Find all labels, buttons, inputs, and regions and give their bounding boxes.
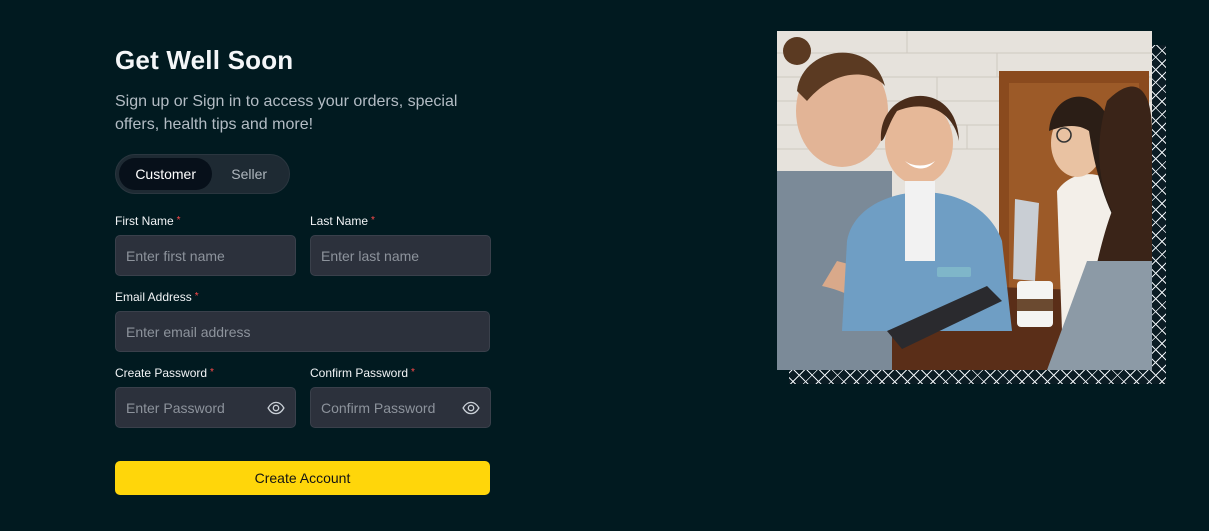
required-mark: *	[411, 367, 415, 378]
last-name-input[interactable]	[311, 236, 490, 275]
email-group: Email Address *	[115, 290, 490, 352]
page-subtitle: Sign up or Sign in to access your orders…	[115, 93, 458, 133]
confirm-password-group: Confirm Password *	[310, 366, 491, 428]
seller-tab[interactable]: Seller	[212, 158, 286, 190]
last-name-label: Last Name *	[310, 214, 375, 228]
confirm-password-box	[310, 387, 491, 428]
customer-tab[interactable]: Customer	[119, 158, 213, 190]
last-name-box	[310, 235, 491, 276]
last-name-group: Last Name *	[310, 214, 491, 276]
page-title: Get Well Soon	[115, 45, 294, 75]
first-name-box	[115, 235, 296, 276]
eye-icon[interactable]	[461, 399, 481, 417]
required-mark: *	[176, 215, 181, 226]
signup-form: Get Well Soon Sign up or Sign in to acce…	[115, 44, 491, 495]
name-row: First Name* Last Name*	[115, 214, 491, 276]
first-name-group: First Name *	[115, 214, 296, 276]
first-name-label: First Name *	[115, 214, 181, 228]
friends-cafe-image	[777, 31, 1152, 370]
account-type-toggle: Customer Seller	[115, 154, 290, 194]
password-row: Create Password * Confirm Password *	[115, 366, 491, 428]
password-group: Create Password *	[115, 366, 296, 428]
required-mark: *	[194, 291, 199, 302]
signup-page: Get Well Soon Sign up or Sign in to acce…	[0, 0, 1209, 531]
required-mark: *	[210, 367, 214, 378]
password-box	[115, 387, 296, 428]
email-label: Email Address *	[115, 290, 199, 304]
password-label: Create Password *	[115, 366, 214, 380]
hero-photo	[777, 31, 1152, 370]
email-box	[115, 311, 490, 352]
eye-icon[interactable]	[266, 399, 286, 417]
confirm-password-label: Confirm Password *	[310, 366, 415, 380]
create-account-button[interactable]: Create Account	[115, 461, 490, 495]
email-input[interactable]	[116, 312, 489, 351]
required-mark: *	[371, 215, 375, 226]
first-name-input[interactable]	[116, 236, 295, 275]
